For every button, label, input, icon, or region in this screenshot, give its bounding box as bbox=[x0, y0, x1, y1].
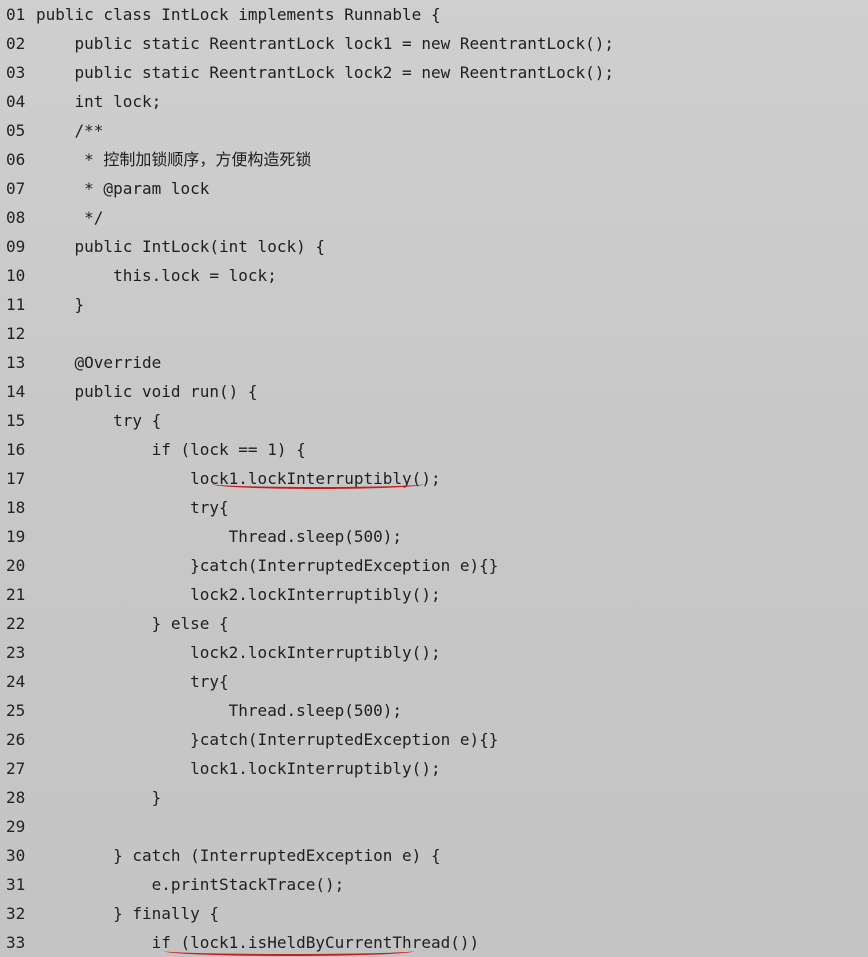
line-number: 08 bbox=[6, 208, 26, 227]
code-line: 32 } finally { bbox=[0, 899, 868, 928]
line-number: 20 bbox=[6, 556, 26, 575]
code-text: @Override bbox=[36, 353, 162, 372]
code-text: try{ bbox=[36, 498, 229, 517]
line-number: 07 bbox=[6, 179, 26, 198]
code-text: } catch (InterruptedException e) { bbox=[36, 846, 441, 865]
line-number: 16 bbox=[6, 440, 26, 459]
line-number: 18 bbox=[6, 498, 26, 517]
code-text: try { bbox=[36, 411, 162, 430]
line-number: 26 bbox=[6, 730, 26, 749]
code-line: 01 public class IntLock implements Runnab… bbox=[0, 0, 868, 29]
line-number: 17 bbox=[6, 469, 26, 488]
line-number: 13 bbox=[6, 353, 26, 372]
code-text: public IntLock(int lock) { bbox=[36, 237, 325, 256]
code-text: lock2.lockInterruptibly(); bbox=[36, 585, 441, 604]
code-line: 17 lock1.lockInterruptibly(); bbox=[0, 464, 868, 493]
code-text: } bbox=[36, 788, 162, 807]
code-line: 07 * @param lock bbox=[0, 174, 868, 203]
code-text: public static ReentrantLock lock1 = new … bbox=[36, 34, 614, 53]
code-line: 16 if (lock == 1) { bbox=[0, 435, 868, 464]
code-text: * 控制加锁顺序，方便构造死锁 bbox=[36, 150, 312, 169]
code-line: 27 lock1.lockInterruptibly(); bbox=[0, 754, 868, 783]
code-line: 28 } bbox=[0, 783, 868, 812]
code-line: 22 } else { bbox=[0, 609, 868, 638]
line-number: 31 bbox=[6, 875, 26, 894]
code-line: 19 Thread.sleep(500); bbox=[0, 522, 868, 551]
code-line: 08 */ bbox=[0, 203, 868, 232]
code-line: 25 Thread.sleep(500); bbox=[0, 696, 868, 725]
line-number: 33 bbox=[6, 933, 26, 952]
line-number: 25 bbox=[6, 701, 26, 720]
code-text: public class IntLock implements Runnable… bbox=[36, 5, 441, 24]
code-text: lock2.lockInterruptibly(); bbox=[36, 643, 441, 662]
line-number: 04 bbox=[6, 92, 26, 111]
code-line: 18 try{ bbox=[0, 493, 868, 522]
code-text: } else { bbox=[36, 614, 229, 633]
code-text: } finally { bbox=[36, 904, 220, 923]
code-text: }catch(InterruptedException e){} bbox=[36, 556, 499, 575]
line-number: 27 bbox=[6, 759, 26, 778]
code-line: 03 public static ReentrantLock lock2 = n… bbox=[0, 58, 868, 87]
code-text: if (lock == 1) { bbox=[36, 440, 306, 459]
line-number: 05 bbox=[6, 121, 26, 140]
line-number: 09 bbox=[6, 237, 26, 256]
code-line: 10 this.lock = lock; bbox=[0, 261, 868, 290]
code-text: int lock; bbox=[36, 92, 162, 111]
line-number: 30 bbox=[6, 846, 26, 865]
code-line: 05 /** bbox=[0, 116, 868, 145]
code-line: 09 public IntLock(int lock) { bbox=[0, 232, 868, 261]
code-text: */ bbox=[36, 208, 104, 227]
line-number: 21 bbox=[6, 585, 26, 604]
line-number: 32 bbox=[6, 904, 26, 923]
code-listing-page: 01 public class IntLock implements Runnab… bbox=[0, 0, 868, 957]
code-text: lock1.lockInterruptibly(); bbox=[36, 469, 441, 488]
line-number: 03 bbox=[6, 63, 26, 82]
code-line: 20 }catch(InterruptedException e){} bbox=[0, 551, 868, 580]
line-number: 11 bbox=[6, 295, 26, 314]
code-text: Thread.sleep(500); bbox=[36, 701, 403, 720]
line-number: 02 bbox=[6, 34, 26, 53]
code-line: 24 try{ bbox=[0, 667, 868, 696]
line-number: 10 bbox=[6, 266, 26, 285]
code-text: * @param lock bbox=[36, 179, 210, 198]
code-line: 30 } catch (InterruptedException e) { bbox=[0, 841, 868, 870]
code-line: 21 lock2.lockInterruptibly(); bbox=[0, 580, 868, 609]
code-line: 04 int lock; bbox=[0, 87, 868, 116]
code-text: Thread.sleep(500); bbox=[36, 527, 403, 546]
code-line: 26 }catch(InterruptedException e){} bbox=[0, 725, 868, 754]
line-number: 23 bbox=[6, 643, 26, 662]
code-text: e.printStackTrace(); bbox=[36, 875, 345, 894]
line-number: 28 bbox=[6, 788, 26, 807]
code-text: /** bbox=[36, 121, 104, 140]
line-number: 14 bbox=[6, 382, 26, 401]
code-line: 31 e.printStackTrace(); bbox=[0, 870, 868, 899]
code-text: public static ReentrantLock lock2 = new … bbox=[36, 63, 614, 82]
line-number: 22 bbox=[6, 614, 26, 633]
line-number: 12 bbox=[6, 324, 26, 343]
code-line: 06 * 控制加锁顺序，方便构造死锁 bbox=[0, 145, 868, 174]
code-line: 23 lock2.lockInterruptibly(); bbox=[0, 638, 868, 667]
line-number: 29 bbox=[6, 817, 26, 836]
code-line: 29 bbox=[0, 812, 868, 841]
line-number: 15 bbox=[6, 411, 26, 430]
line-number: 24 bbox=[6, 672, 26, 691]
line-number: 06 bbox=[6, 150, 26, 169]
code-line: 11 } bbox=[0, 290, 868, 319]
code-text: lock1.lockInterruptibly(); bbox=[36, 759, 441, 778]
code-line: 33 if (lock1.isHeldByCurrentThread()) bbox=[0, 928, 868, 957]
code-text: if (lock1.isHeldByCurrentThread()) bbox=[36, 933, 480, 952]
code-line: 14 public void run() { bbox=[0, 377, 868, 406]
code-line: 15 try { bbox=[0, 406, 868, 435]
code-text: }catch(InterruptedException e){} bbox=[36, 730, 499, 749]
code-text: try{ bbox=[36, 672, 229, 691]
code-text: public void run() { bbox=[36, 382, 258, 401]
code-text: } bbox=[36, 295, 85, 314]
line-number: 19 bbox=[6, 527, 26, 546]
line-number: 01 bbox=[6, 5, 26, 24]
code-line: 13 @Override bbox=[0, 348, 868, 377]
code-text: this.lock = lock; bbox=[36, 266, 277, 285]
code-line: 12 bbox=[0, 319, 868, 348]
code-line: 02 public static ReentrantLock lock1 = n… bbox=[0, 29, 868, 58]
